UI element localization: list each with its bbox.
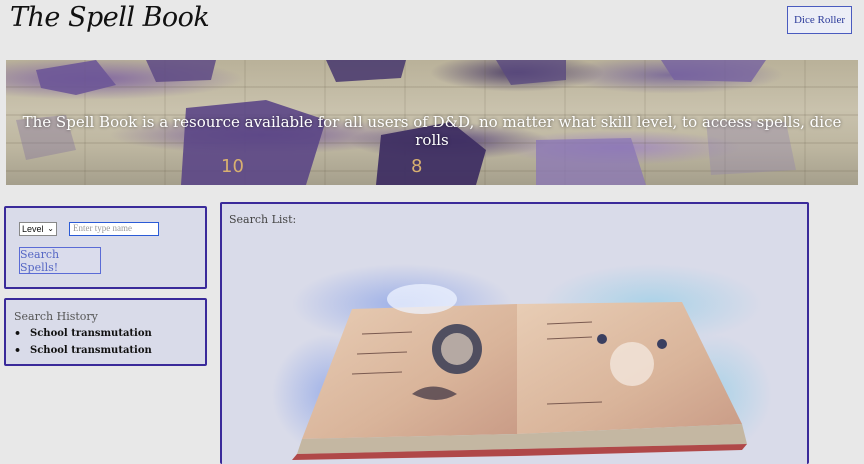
chevron-down-icon: ⌄ bbox=[47, 224, 54, 233]
site-logo: The Spell Book bbox=[10, 2, 210, 33]
search-history-panel: Search History School transmutation Scho… bbox=[4, 298, 207, 366]
level-select[interactable]: Level ⌄ bbox=[19, 222, 57, 236]
spell-search-panel: Level ⌄ Enter type name Search Spells! bbox=[4, 206, 207, 289]
level-select-value: Level bbox=[22, 224, 44, 234]
search-list-title: Search List: bbox=[229, 213, 297, 226]
svg-text:8: 8 bbox=[411, 156, 422, 177]
history-item[interactable]: School transmutation bbox=[14, 344, 152, 361]
history-item[interactable]: School transmutation bbox=[14, 327, 152, 344]
open-spellbook-image bbox=[272, 264, 772, 460]
spell-name-input[interactable]: Enter type name bbox=[69, 222, 159, 236]
search-history-list: School transmutation School transmutatio… bbox=[14, 327, 152, 361]
search-history-title: Search History bbox=[14, 310, 98, 323]
hero-tagline: The Spell Book is a resource available f… bbox=[22, 113, 842, 149]
search-spells-button[interactable]: Search Spells! bbox=[19, 247, 101, 274]
dice-roller-button[interactable]: Dice Roller bbox=[787, 6, 852, 34]
svg-text:10: 10 bbox=[221, 156, 244, 177]
hero-banner: 10 8 The Spell Book is a resource availa… bbox=[6, 60, 858, 185]
search-list-panel: Search List: bbox=[220, 202, 809, 464]
